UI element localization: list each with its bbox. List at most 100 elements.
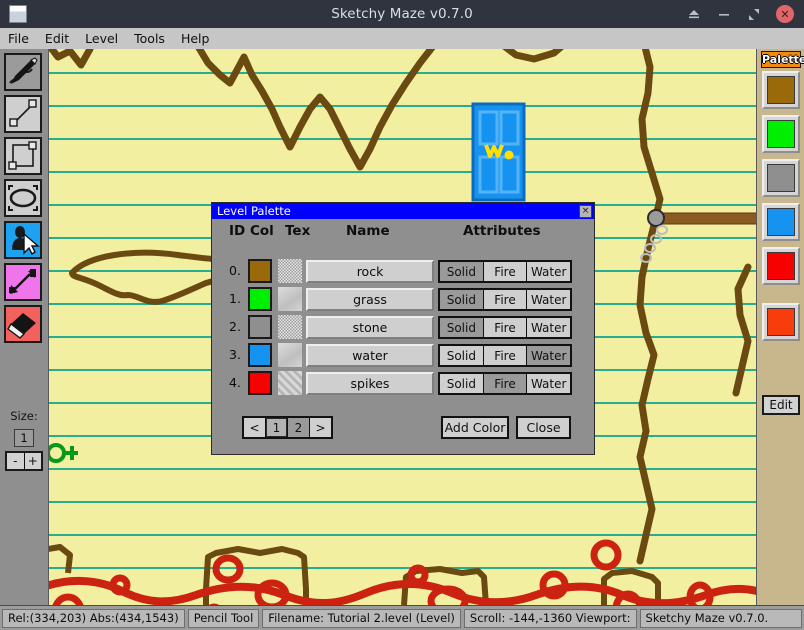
row-texture-swatch-4[interactable] — [278, 371, 302, 395]
close-icon[interactable]: ✕ — [776, 5, 794, 23]
attr-solid-0[interactable]: Solid — [440, 262, 483, 281]
palette-row-2: 2. stone Solid Fire Water — [212, 315, 594, 341]
palette-swatch-color-3 — [767, 208, 795, 236]
row-color-swatch-2[interactable] — [248, 315, 272, 339]
shade-icon[interactable] — [679, 0, 709, 28]
row-attributes-0: Solid Fire Water — [438, 260, 572, 283]
menu-level[interactable]: Level — [77, 29, 126, 49]
attr-water-2[interactable]: Water — [527, 318, 571, 337]
row-color-swatch-3[interactable] — [248, 343, 272, 367]
status-version: Sketchy Maze v0.7.0. — [639, 608, 802, 628]
line-tool[interactable] — [4, 95, 42, 133]
row-attributes-3: Solid Fire Water — [438, 344, 572, 367]
row-color-swatch-4[interactable] — [248, 371, 272, 395]
row-name-input-0[interactable]: rock — [306, 260, 434, 283]
attr-water-3[interactable]: Water — [527, 346, 571, 365]
attr-fire-0[interactable]: Fire — [483, 262, 527, 281]
key-doodad — [48, 443, 78, 463]
eraser-tool[interactable] — [4, 305, 42, 343]
header-id: ID — [229, 223, 246, 239]
door-doodad[interactable] — [471, 102, 526, 202]
row-texture-swatch-3[interactable] — [278, 343, 302, 367]
palette-swatch-3[interactable] — [762, 203, 800, 241]
minimize-icon[interactable] — [709, 0, 739, 28]
attr-fire-3[interactable]: Fire — [483, 346, 527, 365]
attr-fire-2[interactable]: Fire — [483, 318, 527, 337]
page-prev-button[interactable]: < — [244, 418, 265, 437]
row-name-input-1[interactable]: grass — [306, 288, 434, 311]
dialog-close-icon[interactable]: × — [579, 205, 592, 218]
palette-edit-button[interactable]: Edit — [762, 395, 800, 415]
page-button-1[interactable]: 1 — [266, 418, 287, 437]
palette-swatch-color-1 — [767, 120, 795, 148]
attr-water-1[interactable]: Water — [527, 290, 571, 309]
palette-row-1: 1. grass Solid Fire Water — [212, 287, 594, 313]
link-tool[interactable] — [4, 263, 42, 301]
row-attributes-1: Solid Fire Water — [438, 288, 572, 311]
page-next-button[interactable]: > — [310, 418, 331, 437]
size-decrease-button[interactable]: - — [7, 453, 24, 469]
ellipse-tool[interactable] — [4, 179, 42, 217]
pencil-tool[interactable] — [4, 53, 42, 91]
add-color-button[interactable]: Add Color — [441, 416, 509, 439]
palette-panel-header: Palette — [761, 51, 804, 68]
row-name-input-2[interactable]: stone — [306, 316, 434, 339]
row-name-input-4[interactable]: spikes — [306, 372, 434, 395]
size-stepper: - + — [5, 451, 43, 471]
palette-swatch-color-0 — [767, 76, 795, 104]
menu-help[interactable]: Help — [173, 29, 218, 49]
app-icon — [9, 5, 27, 23]
row-texture-swatch-0[interactable] — [278, 259, 302, 283]
attr-fire-4[interactable]: Fire — [483, 374, 527, 393]
left-toolbar: Size: 1 - + — [0, 49, 49, 605]
palette-swatch-color-2 — [767, 164, 795, 192]
attr-fire-1[interactable]: Fire — [483, 290, 527, 309]
row-id-1: 1. — [229, 291, 241, 306]
row-color-swatch-1[interactable] — [248, 287, 272, 311]
palette-swatch-5[interactable] — [762, 303, 800, 341]
status-bar: Rel:(334,203) Abs:(434,1543) Pencil Tool… — [0, 605, 804, 630]
status-scroll: Scroll: -144,-1360 Viewport: — [463, 608, 637, 628]
palette-swatch-2[interactable] — [762, 159, 800, 197]
maximize-icon[interactable] — [739, 0, 769, 28]
level-palette-dialog: Level Palette × ID Col Tex Name Attribut… — [211, 202, 595, 455]
app-window: Sketchy Maze v0.7.0 ✕ File Edit Level To… — [0, 0, 804, 630]
row-attributes-2: Solid Fire Water — [438, 316, 572, 339]
row-texture-swatch-1[interactable] — [278, 287, 302, 311]
rectangle-tool[interactable] — [4, 137, 42, 175]
palette-swatch-1[interactable] — [762, 115, 800, 153]
palette-swatch-0[interactable] — [762, 71, 800, 109]
palette-swatch-4[interactable] — [762, 247, 800, 285]
dialog-close-button[interactable]: Close — [516, 416, 571, 439]
size-increase-button[interactable]: + — [24, 453, 41, 469]
status-tool: Pencil Tool — [187, 608, 260, 628]
palette-row-0: 0. rock Solid Fire Water — [212, 259, 594, 285]
menu-file[interactable]: File — [0, 29, 37, 49]
attr-solid-4[interactable]: Solid — [440, 374, 483, 393]
menu-tools[interactable]: Tools — [126, 29, 173, 49]
palette-swatch-color-5 — [767, 308, 795, 336]
palette-swatch-color-4 — [767, 252, 795, 280]
header-attributes: Attributes — [463, 223, 541, 239]
title-bar: Sketchy Maze v0.7.0 ✕ — [0, 0, 804, 28]
attr-solid-3[interactable]: Solid — [440, 346, 483, 365]
row-name-input-3[interactable]: water — [306, 344, 434, 367]
status-filename: Filename: Tutorial 2.level (Level) — [262, 608, 461, 628]
row-texture-swatch-2[interactable] — [278, 315, 302, 339]
attr-solid-2[interactable]: Solid — [440, 318, 483, 337]
page-button-2[interactable]: 2 — [288, 418, 309, 437]
status-coordinates: Rel:(334,203) Abs:(434,1543) — [2, 608, 185, 628]
row-id-3: 3. — [229, 347, 241, 362]
menu-edit[interactable]: Edit — [37, 29, 77, 49]
attr-water-0[interactable]: Water — [527, 262, 571, 281]
window-controls: ✕ — [679, 0, 804, 28]
palette-row-4: 4. spikes Solid Fire Water — [212, 371, 594, 397]
palette-row-3: 3. water Solid Fire Water — [212, 343, 594, 369]
size-label: Size: — [10, 409, 38, 423]
dialog-title: Level Palette — [212, 203, 594, 219]
doodad-tool[interactable] — [4, 221, 42, 259]
row-color-swatch-0[interactable] — [248, 259, 272, 283]
attr-solid-1[interactable]: Solid — [440, 290, 483, 309]
header-col: Col — [250, 223, 274, 239]
attr-water-4[interactable]: Water — [527, 374, 571, 393]
